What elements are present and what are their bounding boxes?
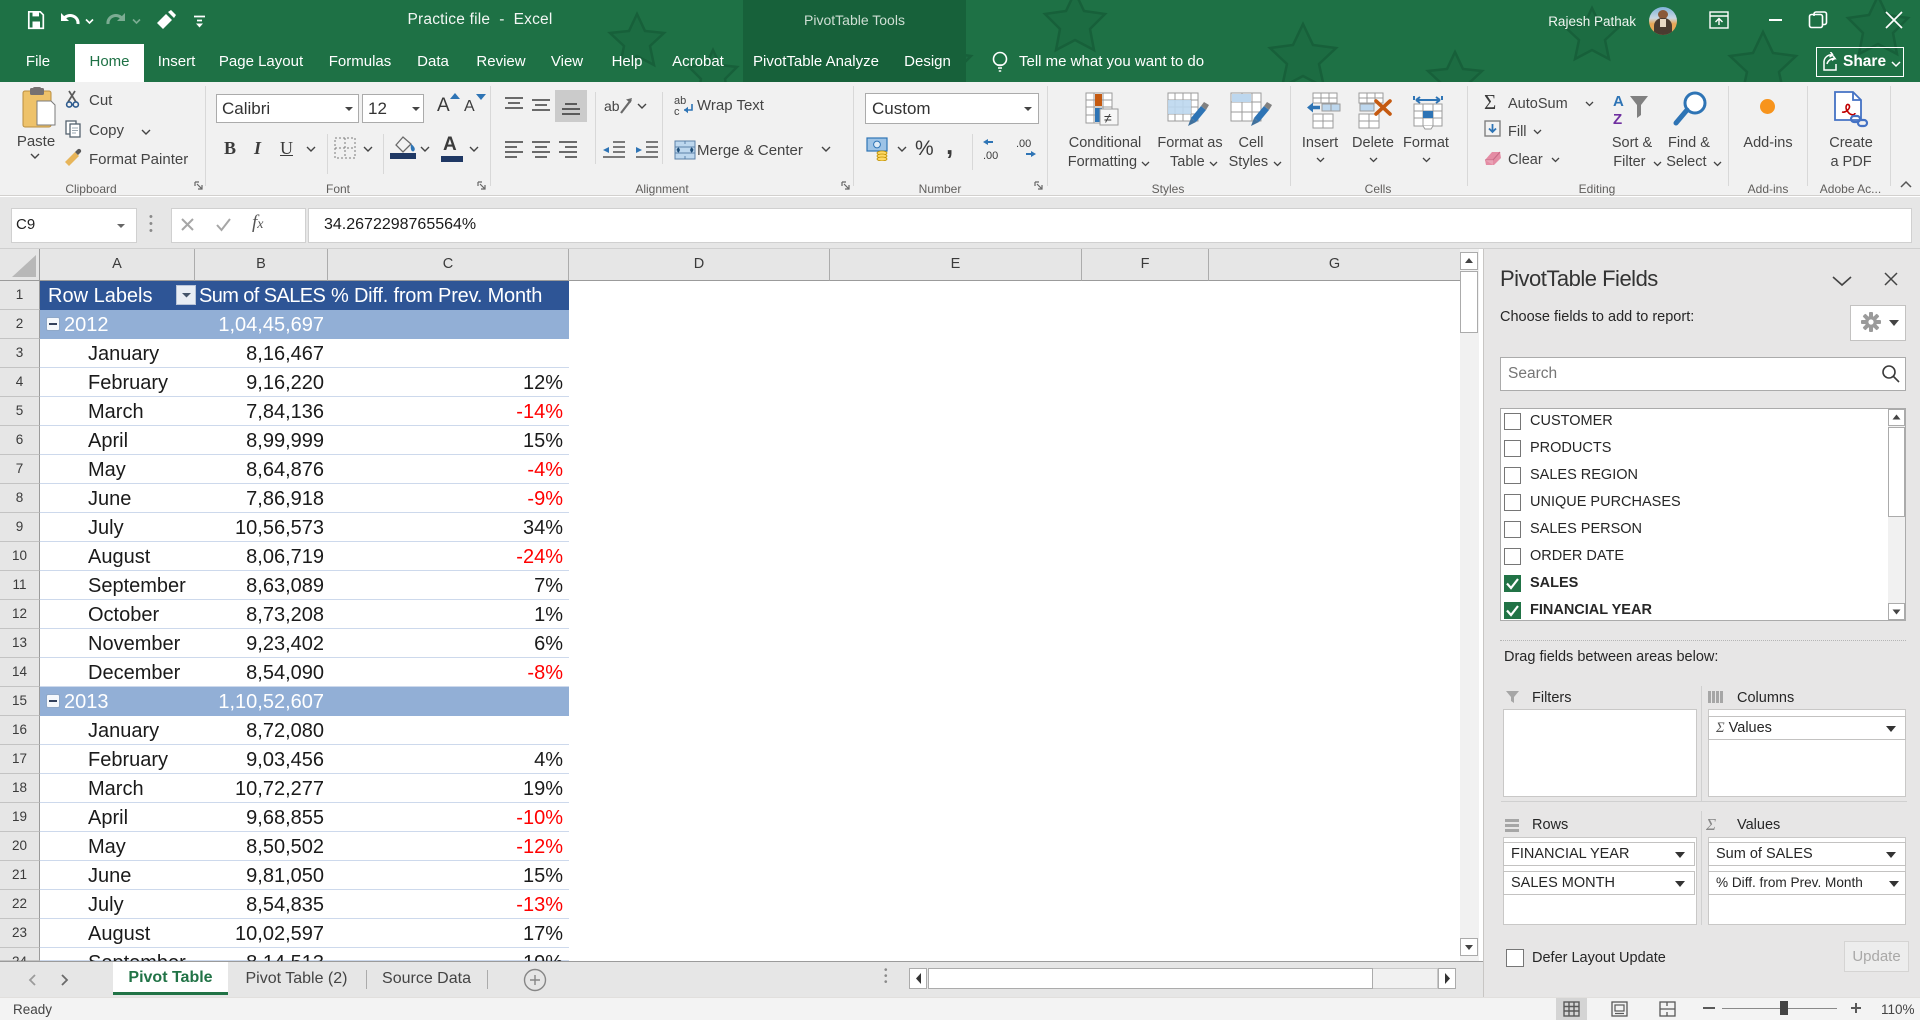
svg-text:≠: ≠: [1104, 110, 1112, 126]
svg-text:ab: ab: [604, 98, 620, 114]
svg-text:A: A: [1613, 93, 1624, 110]
svg-text:.00: .00: [983, 150, 998, 162]
svg-text:c: c: [674, 106, 680, 118]
svg-text:.00: .00: [1016, 138, 1031, 150]
svg-text:Z: Z: [1613, 111, 1622, 128]
